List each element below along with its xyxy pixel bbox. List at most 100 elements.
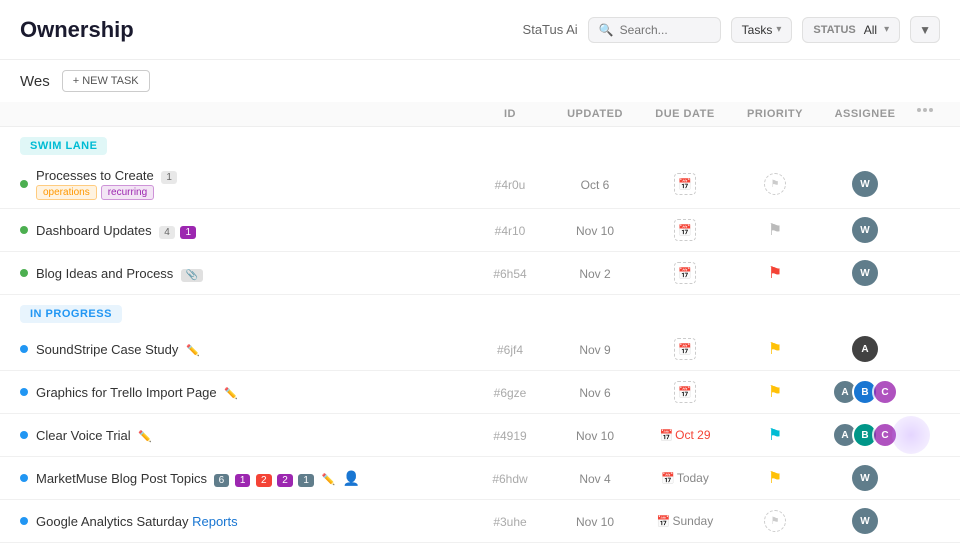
- status-dot: [20, 474, 28, 482]
- avatar: W: [852, 260, 878, 286]
- calendar-icon: 📅: [678, 267, 692, 280]
- table-row[interactable]: MarketMuse Blog Post Topics 6 1 2 2 1 ✏️…: [0, 457, 960, 500]
- task-priority: ⚑: [730, 468, 820, 488]
- avatar: W: [852, 465, 878, 491]
- task-due: 📅 Today: [640, 471, 730, 485]
- task-assignee: A B C: [820, 379, 910, 405]
- task-priority: ⚑: [730, 382, 820, 402]
- task-name-cell: Blog Ideas and Process 📎: [20, 266, 470, 281]
- task-name: Blog Ideas and Process 📎: [36, 266, 203, 281]
- tasks-label: Tasks: [742, 23, 773, 37]
- col-priority: PRIORITY: [730, 108, 820, 120]
- avatar: W: [852, 217, 878, 243]
- task-assignee: W: [820, 171, 910, 197]
- status-dot: [20, 180, 28, 188]
- table-row[interactable]: Processes to Create 1 operations recurri…: [0, 160, 960, 209]
- task-priority: ⚑: [730, 510, 820, 532]
- task-assignee: W: [820, 260, 910, 286]
- table-row[interactable]: SoundStripe Case Study ✏️ #6jf4 Nov 9 📅 …: [0, 328, 960, 371]
- task-assignee: A B C: [820, 422, 910, 448]
- task-name-cell: Graphics for Trello Import Page ✏️: [20, 385, 470, 400]
- status-dot: [20, 226, 28, 234]
- in-progress-section-label: IN PROGRESS: [20, 305, 122, 323]
- task-due: 📅: [640, 219, 730, 241]
- task-name-cell: MarketMuse Blog Post Topics 6 1 2 2 1 ✏️…: [20, 470, 470, 487]
- task-due: 📅 Oct 29: [640, 428, 730, 442]
- task-name: SoundStripe Case Study ✏️: [36, 342, 200, 357]
- header: Ownership StaTus Ai 🔍 Tasks ▾ STATUS All…: [0, 0, 960, 60]
- user-label: Wes: [20, 73, 50, 90]
- task-due: 📅: [640, 173, 730, 195]
- task-updated: Oct 6: [550, 177, 640, 192]
- task-name-cell: Google Analytics Saturday Reports: [20, 514, 470, 529]
- task-updated: Nov 10: [550, 428, 640, 443]
- task-tags: operations recurring: [36, 185, 177, 200]
- task-updated: Nov 2: [550, 266, 640, 281]
- status-value-label: All: [864, 23, 877, 37]
- due-date: Sunday: [673, 514, 714, 528]
- new-task-button[interactable]: + NEW TASK: [62, 70, 150, 92]
- status-dot: [20, 517, 28, 525]
- tasks-dropdown[interactable]: Tasks ▾: [731, 17, 793, 43]
- chevron-down-icon: ▾: [776, 24, 781, 35]
- edit-icon: ✏️: [224, 388, 238, 400]
- task-id: #6gze: [470, 385, 550, 400]
- task-updated: Nov 4: [550, 471, 640, 486]
- task-name-wrapper: Dashboard Updates 4 1: [36, 223, 196, 238]
- status-filter[interactable]: STATUS All ▾: [802, 17, 900, 43]
- task-assignee: W: [820, 217, 910, 243]
- priority-icon: ⚑: [771, 179, 780, 190]
- task-updated: Nov 10: [550, 514, 640, 529]
- table-header: ID UPDATED DUE DATE PRIORITY ASSIGNEE: [0, 102, 960, 127]
- avatar: C: [872, 379, 898, 405]
- filter-button[interactable]: ▼: [910, 16, 940, 43]
- task-updated: Nov 6: [550, 385, 640, 400]
- calendar-icon: 📅: [678, 386, 692, 399]
- calendar-icon: 📅: [678, 178, 692, 191]
- flag-icon: ⚑: [768, 222, 782, 239]
- flag-icon: ⚑: [768, 265, 782, 282]
- priority-icon: ⚑: [771, 516, 780, 527]
- task-name: Dashboard Updates 4 1: [36, 223, 196, 238]
- task-due: 📅: [640, 262, 730, 284]
- avatar-group: A B C: [832, 379, 898, 405]
- calendar-icon: 📅: [678, 224, 692, 237]
- calendar-icon: 📅: [661, 472, 675, 485]
- table-row[interactable]: Dashboard Updates 4 1 #4r10 Nov 10 📅 ⚑ W: [0, 209, 960, 252]
- table-row[interactable]: Blog Ideas and Process 📎 #6h54 Nov 2 📅 ⚑…: [0, 252, 960, 295]
- header-controls: StaTus Ai 🔍 Tasks ▾ STATUS All ▾ ▼: [523, 16, 940, 43]
- task-id: #6h54: [470, 266, 550, 281]
- avatar-group: A B C: [832, 422, 898, 448]
- task-id: #4919: [470, 428, 550, 443]
- search-input[interactable]: [620, 23, 710, 37]
- task-id: #4r0u: [470, 177, 550, 192]
- page-title: Ownership: [20, 17, 134, 43]
- status-dot: [20, 345, 28, 353]
- status-dot: [20, 269, 28, 277]
- table-row[interactable]: Google Analytics Saturday Reports #3uhe …: [0, 500, 960, 543]
- avatar: W: [852, 508, 878, 534]
- edit-icon: ✏️: [186, 345, 200, 357]
- col-due-date: DUE DATE: [640, 108, 730, 120]
- task-priority: ⚑: [730, 339, 820, 359]
- task-assignee: W: [820, 465, 910, 491]
- task-name-wrapper: Blog Ideas and Process 📎: [36, 266, 203, 281]
- logo-text: StaTus Ai: [523, 22, 578, 37]
- avatar: A: [852, 336, 878, 362]
- status-dot: [20, 431, 28, 439]
- task-due: 📅: [640, 338, 730, 360]
- task-updated: Nov 9: [550, 342, 640, 357]
- task-name-cell: Dashboard Updates 4 1: [20, 223, 470, 238]
- task-name: Processes to Create 1: [36, 168, 177, 183]
- task-updated: Nov 10: [550, 223, 640, 238]
- calendar-icon: 📅: [659, 429, 673, 442]
- search-icon: 🔍: [599, 23, 614, 37]
- table-row[interactable]: Clear Voice Trial ✏️ #4919 Nov 10 📅 Oct …: [0, 414, 960, 457]
- calendar-icon: 📅: [678, 343, 692, 356]
- table-row[interactable]: Graphics for Trello Import Page ✏️ #6gze…: [0, 371, 960, 414]
- due-date-overdue: Oct 29: [675, 428, 710, 442]
- search-box[interactable]: 🔍: [588, 17, 721, 43]
- tag-operations: operations: [36, 185, 97, 200]
- task-name-cell: Clear Voice Trial ✏️: [20, 428, 470, 443]
- task-name: Google Analytics Saturday Reports: [36, 514, 238, 529]
